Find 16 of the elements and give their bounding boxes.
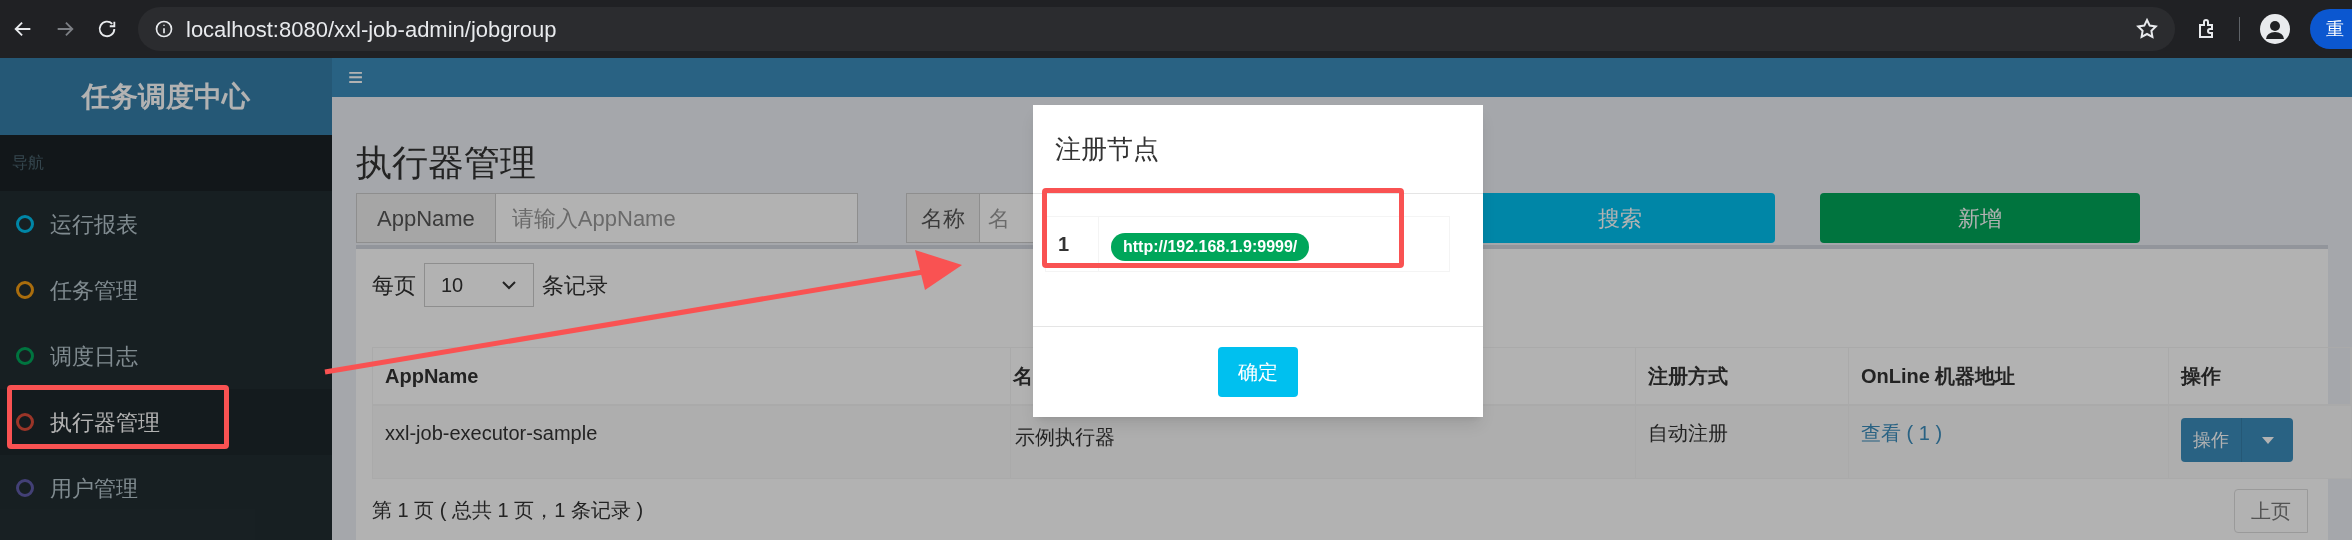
table-cell: 自动注册 <box>1636 406 1849 478</box>
page-size-label: 每页 <box>372 271 416 300</box>
column-header: 操作 <box>2169 348 2351 404</box>
page-size-label: 条记录 <box>542 271 608 300</box>
filter-label: 名称 <box>907 194 980 242</box>
column-header: AppName <box>373 348 1011 404</box>
column-header: OnLine 机器地址 <box>1849 348 2169 404</box>
filter-label: AppName <box>357 194 496 242</box>
modal-title: 注册节点 <box>1055 132 1159 166</box>
pagination-info: 第 1 页 ( 总共 1 页，1 条记录 ) <box>372 498 644 523</box>
address-badge: http://192.168.1.9:9999/ <box>1111 233 1310 261</box>
table-cell: xxl-job-executor-sample <box>373 406 1011 478</box>
url-text: localhost:8080/xxl-job-admin/jobgroup <box>186 15 557 44</box>
page-title: 执行器管理 <box>356 141 536 185</box>
logo: 任务调度中心 <box>0 58 332 135</box>
column-header: 注册方式 <box>1636 348 1849 404</box>
